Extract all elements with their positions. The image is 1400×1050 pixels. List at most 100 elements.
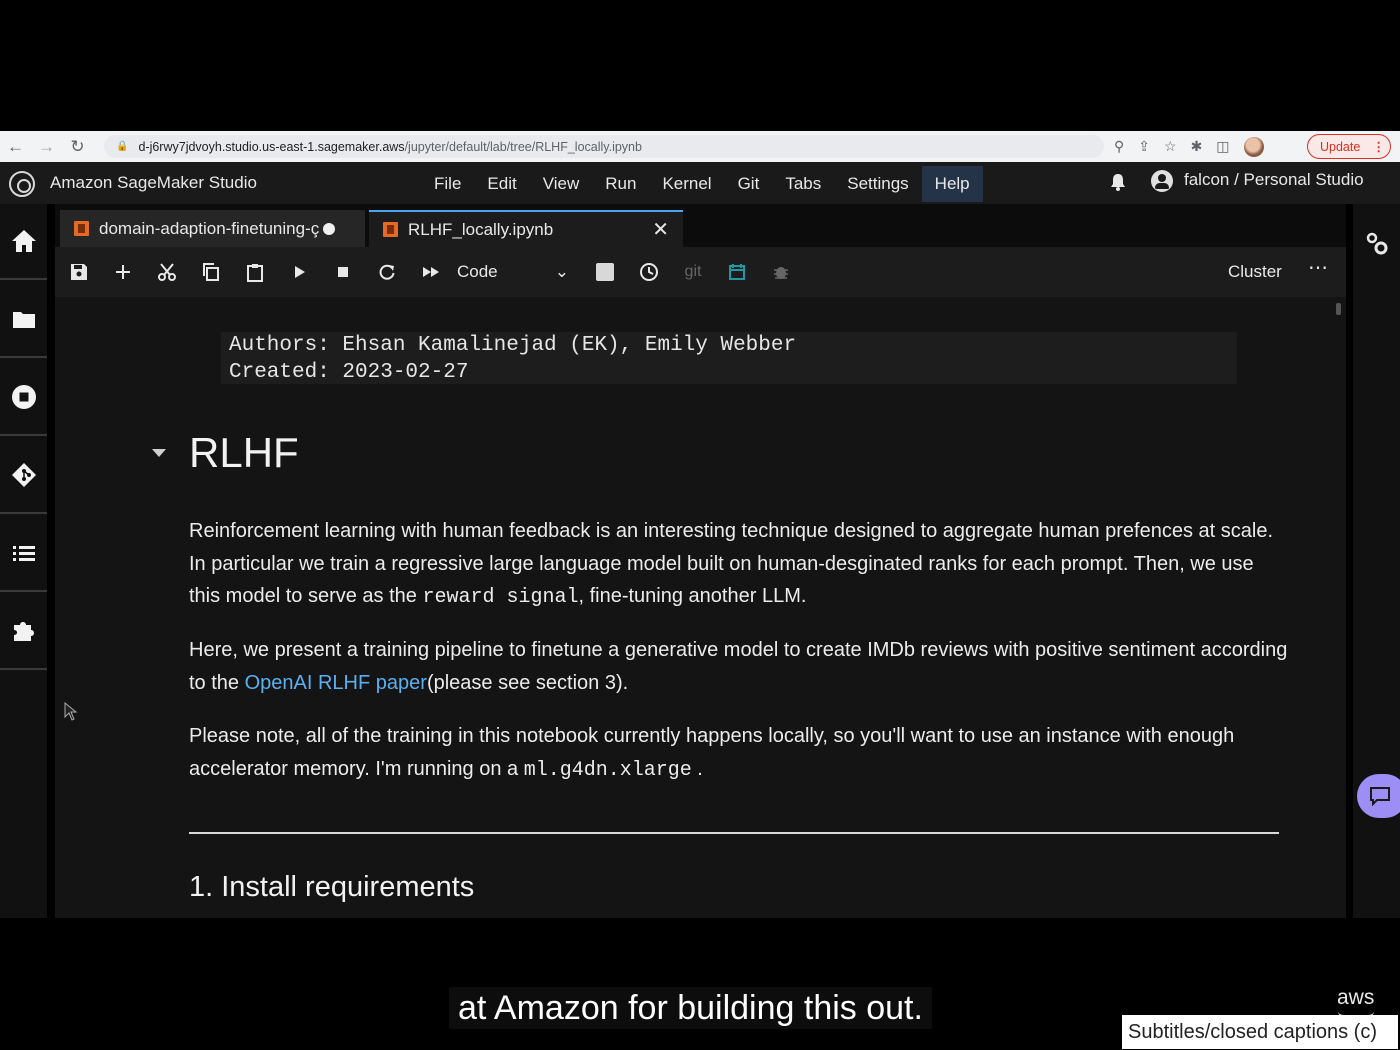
paragraph-text: Please note, all of the training in this…: [189, 725, 1235, 780]
running-kernels-button[interactable]: [0, 360, 47, 436]
stop-icon: [338, 267, 348, 277]
puzzle-icon: [13, 622, 34, 641]
cell-type-value: Code: [457, 262, 498, 281]
menu-git[interactable]: Git: [725, 166, 773, 202]
chevron-down-icon: ⌄: [554, 262, 569, 281]
cell-type-select[interactable]: Code ⌄: [453, 254, 583, 290]
git-label: git: [684, 263, 702, 280]
menu-edit[interactable]: Edit: [474, 166, 529, 202]
url-host: d-j6rwy7jdvoyh.studio.us-east-1.sagemake…: [138, 139, 405, 154]
git-icon: [11, 463, 36, 487]
created-line: Created: 2023-02-27: [229, 361, 469, 384]
notebook-content[interactable]: Authors: Ehsan Kamalinejad (EK), Emily W…: [55, 297, 1346, 918]
collapse-caret-icon[interactable]: [152, 449, 166, 457]
tab-label: domain-adaption-finetuning-ç: [99, 218, 320, 238]
copy-button[interactable]: [189, 250, 233, 294]
inline-code: ml.g4dn.xlarge: [523, 758, 692, 782]
home-icon: [11, 230, 36, 252]
insert-cell-button[interactable]: [101, 250, 145, 294]
notebook-toolbar: Code ⌄ git Cluster ⋯: [55, 247, 1346, 297]
bookmark-star-icon[interactable]: ☆: [1164, 138, 1177, 155]
paragraph-pipeline: Here, we present a training pipeline to …: [189, 634, 1289, 699]
home-button[interactable]: [0, 204, 47, 280]
update-label: Update: [1320, 139, 1361, 154]
scissors-icon: [158, 263, 176, 281]
notification-bell-icon[interactable]: [1108, 172, 1128, 192]
run-all-button[interactable]: [409, 250, 453, 294]
extensions-button[interactable]: [0, 594, 47, 670]
bug-icon: [774, 267, 788, 279]
menu-file[interactable]: File: [421, 166, 474, 202]
user-name[interactable]: falcon / Personal Studio: [1184, 170, 1364, 190]
profile-avatar[interactable]: [1243, 136, 1264, 157]
tab-rlhf-locally[interactable]: RLHF_locally.ipynb ✕: [369, 210, 683, 247]
stop-circle-icon: [11, 385, 36, 409]
address-bar[interactable]: 🔒 d-j6rwy7jdvoyh.studio.us-east-1.sagema…: [104, 135, 1104, 158]
tab-domain-adaption[interactable]: domain-adaption-finetuning-ç: [60, 210, 365, 247]
side-panel-icon[interactable]: ◫: [1216, 138, 1229, 155]
property-inspector-gear-icon[interactable]: [1363, 230, 1391, 258]
notebook-icon: [383, 222, 398, 237]
authors-line: Authors: Ehsan Kamalinejad (EK), Emily W…: [229, 334, 797, 357]
file-browser-button[interactable]: [0, 282, 47, 358]
square-icon: [596, 263, 614, 281]
menu-run[interactable]: Run: [592, 166, 649, 202]
more-options-icon[interactable]: ⋯: [1305, 255, 1331, 287]
section-heading: 1. Install requirements: [189, 871, 475, 903]
calendar-icon: [729, 264, 745, 280]
save-icon: [71, 264, 87, 280]
forward-icon[interactable]: →: [31, 131, 62, 162]
back-icon[interactable]: ←: [0, 131, 31, 162]
extensions-icon[interactable]: ✱: [1191, 138, 1203, 155]
copy-icon: [203, 263, 219, 281]
paragraph-text: , fine-tuning another LLM.: [578, 585, 807, 607]
sagemaker-logo-icon: [9, 171, 35, 197]
feedback-button[interactable]: [1357, 774, 1400, 818]
git-button[interactable]: [0, 438, 47, 514]
refresh-icon: [379, 264, 395, 280]
user-avatar-icon[interactable]: [1151, 170, 1173, 192]
horizontal-rule: [189, 832, 1279, 834]
document-tabbar: domain-adaption-finetuning-ç RLHF_locall…: [55, 204, 1346, 247]
notebook-icon: [74, 221, 89, 236]
aws-logo: aws: [1337, 986, 1375, 1009]
closed-captions-badge[interactable]: Subtitles/closed captions (c): [1122, 1015, 1398, 1049]
menu-kernel[interactable]: Kernel: [649, 166, 724, 202]
menu-view[interactable]: View: [530, 166, 593, 202]
main-menu: File Edit View Run Kernel Git Tabs Setti…: [421, 166, 983, 202]
menu-tabs[interactable]: Tabs: [772, 166, 834, 202]
cut-button[interactable]: [145, 250, 189, 294]
mouse-cursor-icon: [64, 702, 78, 721]
tab-label: RLHF_locally.ipynb: [408, 219, 554, 239]
lock-icon: 🔒: [116, 141, 129, 152]
play-icon: [295, 266, 305, 278]
close-icon[interactable]: ✕: [652, 217, 669, 242]
interrupt-kernel-button[interactable]: [321, 250, 365, 294]
share-icon[interactable]: ⇪: [1138, 138, 1150, 155]
main-workspace: domain-adaption-finetuning-ç RLHF_locall…: [55, 204, 1346, 918]
paste-button[interactable]: [233, 250, 277, 294]
git-diff-button[interactable]: git: [671, 250, 715, 294]
history-button[interactable]: [627, 250, 671, 294]
folder-icon: [12, 312, 35, 328]
menu-settings[interactable]: Settings: [834, 166, 921, 202]
chat-icon: [1370, 787, 1390, 806]
browser-toolbar: ← → ↻ 🔒 d-j6rwy7jdvoyh.studio.us-east-1.…: [0, 131, 1400, 162]
unsaved-dot-icon[interactable]: [323, 222, 336, 235]
zoom-icon[interactable]: ⚲: [1114, 138, 1124, 155]
menu-help[interactable]: Help: [921, 166, 983, 202]
reload-icon[interactable]: ↻: [62, 131, 93, 162]
restart-kernel-button[interactable]: [365, 250, 409, 294]
scrollbar[interactable]: [1336, 303, 1341, 315]
schedule-button[interactable]: [715, 250, 759, 294]
kernel-name[interactable]: Cluster: [1228, 262, 1282, 282]
table-of-contents-button[interactable]: [0, 516, 47, 592]
run-cell-button[interactable]: [277, 250, 321, 294]
openai-rlhf-paper-link[interactable]: OpenAI RLHF paper: [245, 672, 427, 694]
update-button[interactable]: Update ⋮: [1307, 134, 1391, 159]
notebook-heading: RLHF: [189, 429, 299, 476]
paragraph-note: Please note, all of the training in this…: [189, 720, 1289, 787]
stop-indicator-button[interactable]: [583, 250, 627, 294]
save-button[interactable]: [57, 250, 101, 294]
debugger-button[interactable]: [759, 250, 803, 294]
